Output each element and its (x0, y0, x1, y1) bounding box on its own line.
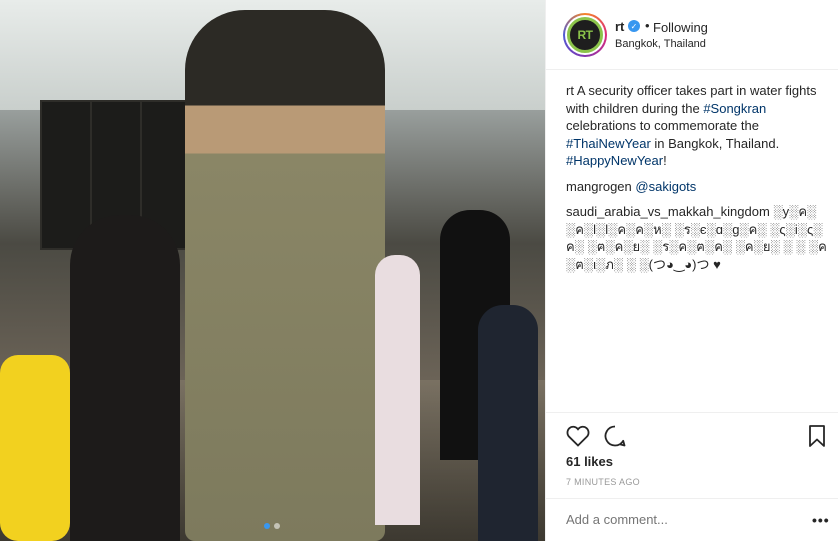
verified-badge-icon: ✓ (628, 20, 640, 32)
likes-count[interactable]: 61 likes (566, 454, 613, 469)
comment-icon[interactable] (603, 424, 627, 448)
photo-officer (185, 10, 385, 541)
photo-panel (40, 100, 92, 250)
bookmark-icon[interactable] (807, 424, 827, 448)
carousel-indicator (264, 523, 280, 529)
hashtag-thainewyear[interactable]: #ThaiNewYear (566, 136, 651, 151)
post-photo[interactable] (0, 0, 545, 541)
comment-username[interactable]: mangrogen (566, 179, 632, 194)
location-link[interactable]: Bangkok, Thailand (615, 38, 706, 50)
heart-icon[interactable] (566, 425, 590, 447)
header-separator: • (645, 18, 650, 33)
comment-mention[interactable]: @sakigots (635, 179, 696, 194)
caption-username[interactable]: rt (566, 83, 574, 98)
post-actions: 61 likes 7 MINUTES AGO ••• (546, 412, 838, 541)
hashtag-songkran[interactable]: #Songkran (703, 101, 766, 116)
list-item: saudi_arabia_vs_makkah_kingdom ░y░ค░ ░ค░… (566, 203, 828, 273)
post-header: RT rt ✓ • Following Bangkok, Thailand (546, 0, 838, 70)
hashtag-happynewyear[interactable]: #HappyNewYear (566, 153, 663, 168)
caption-text: in Bangkok, Thailand. (650, 135, 780, 151)
caption-text: ! (663, 153, 667, 168)
add-comment-bar: ••• (546, 498, 838, 541)
header-username[interactable]: rt (615, 19, 624, 34)
photo-child (375, 255, 420, 525)
comments-list: rt A security officer takes part in wate… (566, 82, 828, 281)
add-comment-input[interactable] (566, 512, 786, 527)
carousel-dot (274, 523, 280, 529)
list-item: mangrogen @sakigots (566, 178, 828, 196)
caption-text: celebrations to commemorate the (566, 118, 759, 133)
post-timestamp: 7 MINUTES AGO (566, 477, 640, 487)
photo-child (70, 215, 180, 541)
caption: rt A security officer takes part in wate… (566, 82, 828, 170)
photo-water-gun (0, 355, 70, 541)
following-button[interactable]: Following (653, 20, 708, 35)
photo-child (478, 305, 538, 541)
comment-username[interactable]: saudi_arabia_vs_makkah_kingdom (566, 204, 770, 219)
post-sidebar: RT rt ✓ • Following Bangkok, Thailand rt… (545, 0, 838, 541)
carousel-dot-active (264, 523, 270, 529)
more-options-icon[interactable]: ••• (812, 512, 830, 528)
caption-text: A security officer takes part in water f… (566, 83, 817, 116)
avatar[interactable]: RT (563, 13, 607, 57)
avatar-logo: RT (567, 17, 603, 53)
